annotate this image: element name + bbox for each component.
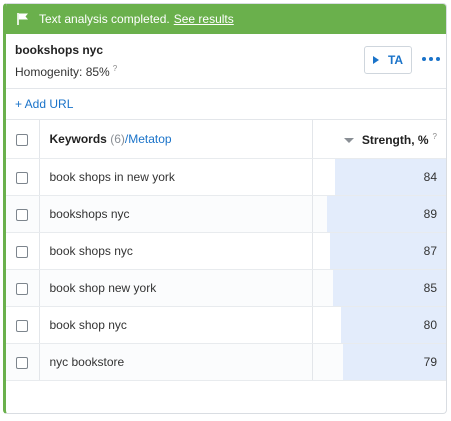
strength-cell: 84 bbox=[312, 158, 446, 196]
keywords-header-label: Keywords bbox=[49, 132, 107, 146]
row-checkbox-cell bbox=[6, 306, 40, 344]
keyword-cell: book shops in new york bbox=[39, 158, 313, 196]
select-all-cell bbox=[6, 120, 40, 159]
strength-cell: 79 bbox=[312, 343, 446, 381]
strength-cell: 80 bbox=[312, 306, 446, 344]
row-checkbox[interactable] bbox=[16, 171, 29, 184]
strength-cell: 89 bbox=[312, 195, 446, 233]
row-checkbox-cell bbox=[6, 195, 40, 233]
flag-icon bbox=[17, 13, 28, 25]
table-row: book shop new york 85 bbox=[6, 269, 446, 307]
strength-header-label: Strength, % bbox=[361, 132, 429, 147]
strength-value: 89 bbox=[423, 207, 437, 221]
group-title: bookshops nyc bbox=[15, 43, 104, 57]
table-row: nyc bookstore 79 bbox=[6, 343, 446, 381]
row-checkbox-cell bbox=[6, 232, 40, 270]
row-checkbox[interactable] bbox=[16, 282, 29, 295]
analysis-complete-banner: Text analysis completed. See results bbox=[6, 4, 446, 34]
metatop-link[interactable]: /Metatop bbox=[125, 132, 172, 146]
banner-message: Text analysis completed. bbox=[39, 12, 170, 26]
table-row: bookshops nyc 89 bbox=[6, 195, 446, 233]
keyword-cell: bookshops nyc bbox=[39, 195, 313, 233]
play-icon bbox=[372, 56, 379, 64]
sort-desc-icon bbox=[343, 137, 354, 143]
homogenity-help-icon[interactable]: ? bbox=[113, 64, 117, 73]
more-options-icon[interactable] bbox=[422, 52, 440, 66]
strength-value: 79 bbox=[423, 355, 437, 369]
strength-cell: 87 bbox=[312, 232, 446, 270]
row-checkbox[interactable] bbox=[16, 319, 29, 332]
see-results-link[interactable]: See results bbox=[174, 12, 234, 26]
strength-cell: 85 bbox=[312, 269, 446, 307]
keyword-cell: book shop nyc bbox=[39, 306, 313, 344]
select-all-checkbox[interactable] bbox=[16, 133, 29, 146]
row-checkbox[interactable] bbox=[16, 356, 29, 369]
ta-button[interactable]: TA bbox=[364, 46, 412, 74]
strength-value: 87 bbox=[423, 244, 437, 258]
homogenity-info: Homogenity: 85%? bbox=[15, 64, 117, 79]
row-checkbox-cell bbox=[6, 343, 40, 381]
keyword-group-panel: Text analysis completed. See results boo… bbox=[3, 3, 447, 414]
keywords-column-header: Keywords (6)/Metatop bbox=[39, 120, 313, 159]
group-header: bookshops nyc Homogenity: 85%? TA bbox=[6, 34, 446, 89]
table-row: book shops nyc 87 bbox=[6, 232, 446, 270]
row-checkbox-cell bbox=[6, 269, 40, 307]
keyword-cell: book shops nyc bbox=[39, 232, 313, 270]
ta-button-label: TA bbox=[387, 53, 404, 67]
row-checkbox-cell bbox=[6, 158, 40, 196]
add-url-button[interactable]: + Add URL bbox=[6, 89, 446, 120]
strength-column-header[interactable]: Strength, %? bbox=[312, 120, 446, 159]
strength-value: 80 bbox=[423, 318, 437, 332]
strength-help-icon[interactable]: ? bbox=[433, 132, 437, 141]
row-checkbox[interactable] bbox=[16, 245, 29, 258]
strength-value: 85 bbox=[423, 281, 437, 295]
table-header-row: Keywords (6)/Metatop Strength, %? bbox=[6, 120, 446, 159]
row-checkbox[interactable] bbox=[16, 208, 29, 221]
homogenity-label: Homogenity: 85% bbox=[15, 65, 110, 79]
keyword-cell: nyc bookstore bbox=[39, 343, 313, 381]
keywords-table: Keywords (6)/Metatop Strength, %? book s… bbox=[6, 120, 446, 381]
strength-value: 84 bbox=[423, 170, 437, 184]
table-row: book shop nyc 80 bbox=[6, 306, 446, 344]
keyword-cell: book shop new york bbox=[39, 269, 313, 307]
keywords-count: (6) bbox=[110, 132, 125, 146]
table-row: book shops in new york 84 bbox=[6, 158, 446, 196]
